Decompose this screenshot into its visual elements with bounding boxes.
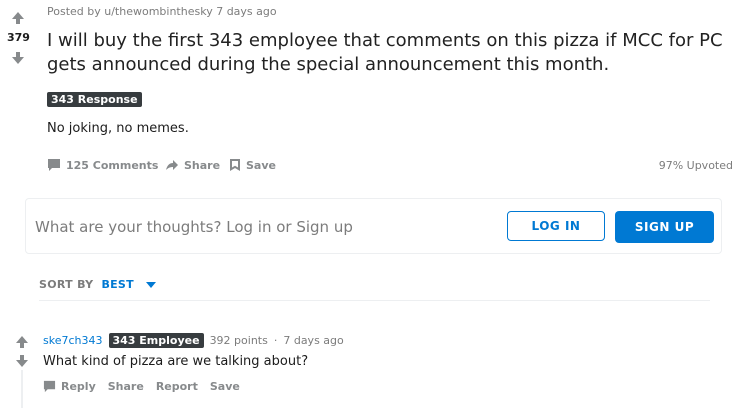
share-arrow-icon	[166, 160, 178, 170]
comment-prompt-text[interactable]: What are your thoughts? Log in or Sign u…	[35, 218, 353, 236]
sort-label: SORT BY	[39, 278, 94, 291]
comment-icon	[48, 159, 60, 171]
comment-share-button[interactable]: Share	[108, 380, 144, 393]
reply-label: Reply	[61, 380, 96, 393]
share-button[interactable]: Share	[165, 158, 220, 172]
post-downvote-icon[interactable]	[11, 50, 25, 69]
signup-button[interactable]: SIGN UP	[615, 211, 714, 243]
comment-time: 7 days ago	[283, 334, 344, 347]
post-upvote-icon[interactable]	[11, 10, 25, 29]
comment-thread-line[interactable]	[21, 370, 23, 408]
comment-meta: ske7ch343 343 Employee 392 points · 7 da…	[43, 333, 344, 348]
comment-separator: ·	[273, 334, 278, 347]
post-meta: Posted by u/thewombinthesky 7 days ago	[47, 5, 277, 18]
save-button[interactable]: Save	[229, 158, 276, 172]
comment-actions: Reply Share Report Save	[43, 380, 240, 393]
comment-flair: 343 Employee	[108, 333, 204, 348]
comment-prompt-box: What are your thoughts? Log in or Sign u…	[25, 198, 722, 254]
post-score: 379	[7, 31, 30, 44]
comment-icon	[43, 380, 56, 393]
comments-label: 125 Comments	[66, 158, 159, 172]
comments-button[interactable]: 125 Comments	[47, 158, 158, 172]
comment-upvote-icon[interactable]	[15, 334, 29, 353]
upvote-ratio: 97% Upvoted	[658, 159, 733, 172]
save-label: Save	[246, 158, 276, 172]
comment-points: 392 points	[209, 334, 268, 347]
sort-value[interactable]: BEST	[101, 278, 134, 291]
comment-author[interactable]: ske7ch343	[43, 334, 103, 347]
bookmark-icon	[230, 159, 240, 171]
chevron-down-icon[interactable]	[145, 281, 156, 288]
comment-text: What kind of pizza are we talking about?	[43, 354, 309, 369]
comment-save-button[interactable]: Save	[210, 380, 240, 393]
login-button[interactable]: LOG IN	[507, 211, 605, 241]
post-body: No joking, no memes.	[47, 121, 189, 136]
reply-button[interactable]: Reply	[43, 380, 96, 393]
post-flair: 343 Response	[47, 92, 142, 107]
sort-control[interactable]: SORT BY BEST	[39, 278, 156, 291]
divider	[39, 300, 710, 301]
share-label: Share	[184, 158, 221, 172]
post-title: I will buy the first 343 employee that c…	[47, 30, 723, 75]
comment-report-button[interactable]: Report	[156, 380, 198, 393]
